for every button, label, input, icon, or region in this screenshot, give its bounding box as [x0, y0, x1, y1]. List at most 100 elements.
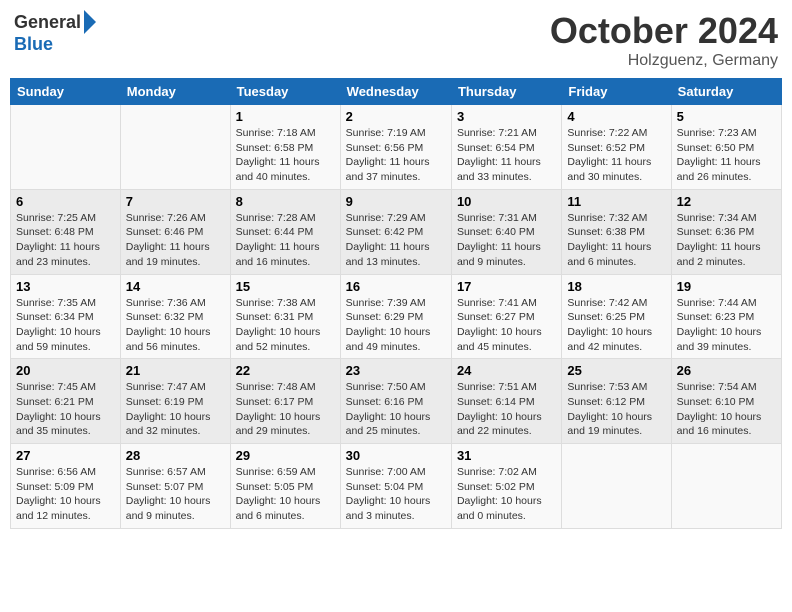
day-number: 29: [236, 448, 335, 463]
day-info: Sunrise: 7:31 AMSunset: 6:40 PMDaylight:…: [457, 211, 556, 270]
day-info: Sunrise: 7:00 AMSunset: 5:04 PMDaylight:…: [346, 465, 446, 524]
calendar-day-cell: 18 Sunrise: 7:42 AMSunset: 6:25 PMDayligh…: [562, 274, 671, 359]
calendar-header-wednesday: Wednesday: [340, 79, 451, 105]
day-info: Sunrise: 7:38 AMSunset: 6:31 PMDaylight:…: [236, 296, 335, 355]
calendar-week-row: 1Sunrise: 7:18 AMSunset: 6:58 PMDaylight…: [11, 105, 782, 190]
calendar-day-cell: 5Sunrise: 7:23 AMSunset: 6:50 PMDaylight…: [671, 105, 781, 190]
calendar-day-cell: 3Sunrise: 7:21 AMSunset: 6:54 PMDaylight…: [451, 105, 561, 190]
day-info: Sunrise: 7:32 AMSunset: 6:38 PMDaylight:…: [567, 211, 665, 270]
calendar-day-cell: 1Sunrise: 7:18 AMSunset: 6:58 PMDaylight…: [230, 105, 340, 190]
calendar-day-cell: 20Sunrise: 7:45 AMSunset: 6:21 PMDayligh…: [11, 359, 121, 444]
calendar-header-tuesday: Tuesday: [230, 79, 340, 105]
calendar-day-cell: [671, 444, 781, 529]
calendar-day-cell: 26Sunrise: 7:54 AMSunset: 6:10 PMDayligh…: [671, 359, 781, 444]
calendar-day-cell: 9 Sunrise: 7:29 AMSunset: 6:42 PMDaylight…: [340, 189, 451, 274]
day-number: 12: [677, 194, 776, 209]
calendar-day-cell: 6 Sunrise: 7:25 AMSunset: 6:48 PMDaylight…: [11, 189, 121, 274]
calendar-day-cell: 21 Sunrise: 7:47 AMSunset: 6:19 PMDayligh…: [120, 359, 230, 444]
day-number: 18: [567, 279, 665, 294]
day-info: Sunrise: 7:21 AMSunset: 6:54 PMDaylight:…: [457, 126, 556, 185]
day-number: 8: [236, 194, 335, 209]
day-info: Sunrise: 7:47 AMSunset: 6:19 PMDaylight:…: [126, 380, 225, 439]
calendar-day-cell: [562, 444, 671, 529]
calendar-day-cell: [120, 105, 230, 190]
day-info: Sunrise: 7:35 AMSunset: 6:34 PMDaylight:…: [16, 296, 115, 355]
day-number: 16: [346, 279, 446, 294]
day-info: Sunrise: 6:56 AMSunset: 5:09 PMDaylight:…: [16, 465, 115, 524]
calendar-day-cell: 15Sunrise: 7:38 AMSunset: 6:31 PMDayligh…: [230, 274, 340, 359]
calendar-week-row: 20Sunrise: 7:45 AMSunset: 6:21 PMDayligh…: [11, 359, 782, 444]
day-number: 25: [567, 363, 665, 378]
calendar-header-monday: Monday: [120, 79, 230, 105]
day-number: 2: [346, 109, 446, 124]
day-info: Sunrise: 7:45 AMSunset: 6:21 PMDaylight:…: [16, 380, 115, 439]
calendar-header-row: SundayMondayTuesdayWednesdayThursdayFrid…: [11, 79, 782, 105]
calendar-day-cell: [11, 105, 121, 190]
calendar-table: SundayMondayTuesdayWednesdayThursdayFrid…: [10, 78, 782, 529]
day-info: Sunrise: 7:28 AMSunset: 6:44 PMDaylight:…: [236, 211, 335, 270]
page-header: General Blue October 2024 Holzguenz, Ger…: [10, 10, 782, 70]
calendar-day-cell: 8 Sunrise: 7:28 AMSunset: 6:44 PMDaylight…: [230, 189, 340, 274]
calendar-week-row: 27 Sunrise: 6:56 AMSunset: 5:09 PMDayligh…: [11, 444, 782, 529]
location-subtitle: Holzguenz, Germany: [550, 52, 778, 70]
calendar-day-cell: 25 Sunrise: 7:53 AMSunset: 6:12 PMDayligh…: [562, 359, 671, 444]
day-number: 27: [16, 448, 115, 463]
calendar-day-cell: 27 Sunrise: 6:56 AMSunset: 5:09 PMDayligh…: [11, 444, 121, 529]
day-number: 26: [677, 363, 776, 378]
day-number: 24: [457, 363, 556, 378]
calendar-day-cell: 2Sunrise: 7:19 AMSunset: 6:56 PMDaylight…: [340, 105, 451, 190]
calendar-day-cell: 23 Sunrise: 7:50 AMSunset: 6:16 PMDayligh…: [340, 359, 451, 444]
calendar-header-saturday: Saturday: [671, 79, 781, 105]
day-info: Sunrise: 7:22 AMSunset: 6:52 PMDaylight:…: [567, 126, 665, 185]
day-info: Sunrise: 7:23 AMSunset: 6:50 PMDaylight:…: [677, 126, 776, 185]
day-info: Sunrise: 7:50 AMSunset: 6:16 PMDaylight:…: [346, 380, 446, 439]
calendar-day-cell: 19 Sunrise: 7:44 AMSunset: 6:23 PMDayligh…: [671, 274, 781, 359]
calendar-day-cell: 11 Sunrise: 7:32 AMSunset: 6:38 PMDayligh…: [562, 189, 671, 274]
day-number: 21: [126, 363, 225, 378]
calendar-day-cell: 30 Sunrise: 7:00 AMSunset: 5:04 PMDayligh…: [340, 444, 451, 529]
logo-general-text: General: [14, 12, 81, 33]
calendar-day-cell: 12 Sunrise: 7:34 AMSunset: 6:36 PMDayligh…: [671, 189, 781, 274]
day-info: Sunrise: 7:26 AMSunset: 6:46 PMDaylight:…: [126, 211, 225, 270]
day-number: 22: [236, 363, 335, 378]
day-number: 10: [457, 194, 556, 209]
calendar-day-cell: 31Sunrise: 7:02 AMSunset: 5:02 PMDayligh…: [451, 444, 561, 529]
day-number: 13: [16, 279, 115, 294]
calendar-day-cell: 16 Sunrise: 7:39 AMSunset: 6:29 PMDayligh…: [340, 274, 451, 359]
calendar-day-cell: 4Sunrise: 7:22 AMSunset: 6:52 PMDaylight…: [562, 105, 671, 190]
calendar-day-cell: 13 Sunrise: 7:35 AMSunset: 6:34 PMDayligh…: [11, 274, 121, 359]
day-info: Sunrise: 7:42 AMSunset: 6:25 PMDaylight:…: [567, 296, 665, 355]
day-info: Sunrise: 6:57 AMSunset: 5:07 PMDaylight:…: [126, 465, 225, 524]
day-number: 14: [126, 279, 225, 294]
calendar-week-row: 6 Sunrise: 7:25 AMSunset: 6:48 PMDaylight…: [11, 189, 782, 274]
month-title: October 2024: [550, 10, 778, 52]
day-number: 6: [16, 194, 115, 209]
logo: General Blue: [14, 10, 96, 55]
day-info: Sunrise: 7:41 AMSunset: 6:27 PMDaylight:…: [457, 296, 556, 355]
day-info: Sunrise: 7:25 AMSunset: 6:48 PMDaylight:…: [16, 211, 115, 270]
calendar-day-cell: 7Sunrise: 7:26 AMSunset: 6:46 PMDaylight…: [120, 189, 230, 274]
day-info: Sunrise: 7:44 AMSunset: 6:23 PMDaylight:…: [677, 296, 776, 355]
calendar-day-cell: 28 Sunrise: 6:57 AMSunset: 5:07 PMDayligh…: [120, 444, 230, 529]
calendar-day-cell: 22 Sunrise: 7:48 AMSunset: 6:17 PMDayligh…: [230, 359, 340, 444]
day-number: 28: [126, 448, 225, 463]
day-info: Sunrise: 7:48 AMSunset: 6:17 PMDaylight:…: [236, 380, 335, 439]
day-number: 30: [346, 448, 446, 463]
calendar-header-thursday: Thursday: [451, 79, 561, 105]
title-area: October 2024 Holzguenz, Germany: [550, 10, 778, 70]
calendar-day-cell: 24 Sunrise: 7:51 AMSunset: 6:14 PMDayligh…: [451, 359, 561, 444]
day-info: Sunrise: 7:29 AMSunset: 6:42 PMDaylight:…: [346, 211, 446, 270]
day-info: Sunrise: 7:34 AMSunset: 6:36 PMDaylight:…: [677, 211, 776, 270]
day-number: 11: [567, 194, 665, 209]
day-number: 9: [346, 194, 446, 209]
day-number: 17: [457, 279, 556, 294]
logo-blue-text: Blue: [14, 34, 53, 55]
day-info: Sunrise: 7:39 AMSunset: 6:29 PMDaylight:…: [346, 296, 446, 355]
day-info: Sunrise: 7:51 AMSunset: 6:14 PMDaylight:…: [457, 380, 556, 439]
day-number: 23: [346, 363, 446, 378]
day-info: Sunrise: 7:53 AMSunset: 6:12 PMDaylight:…: [567, 380, 665, 439]
day-number: 19: [677, 279, 776, 294]
calendar-week-row: 13 Sunrise: 7:35 AMSunset: 6:34 PMDayligh…: [11, 274, 782, 359]
day-info: Sunrise: 6:59 AMSunset: 5:05 PMDaylight:…: [236, 465, 335, 524]
day-info: Sunrise: 7:02 AMSunset: 5:02 PMDaylight:…: [457, 465, 556, 524]
